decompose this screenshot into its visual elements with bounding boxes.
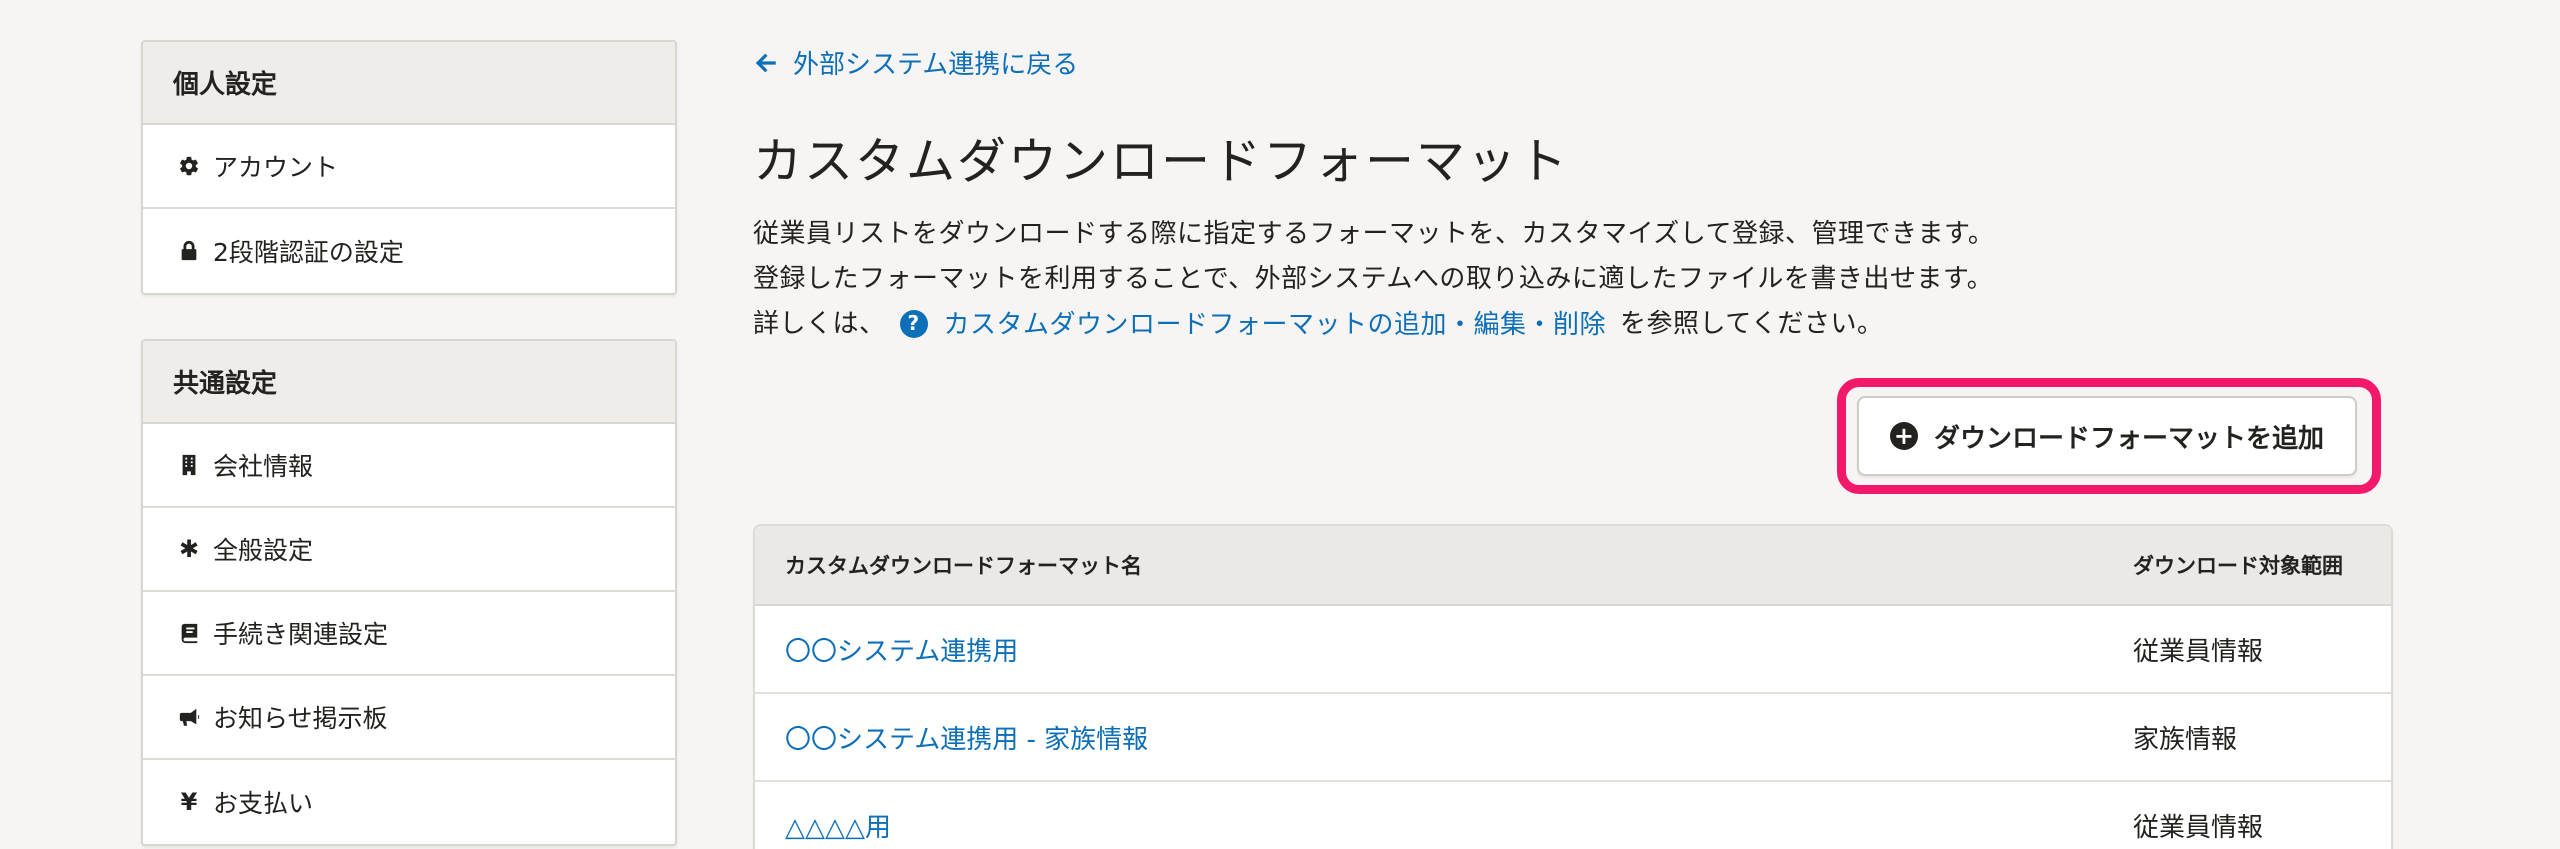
column-header-download-scope: ダウンロード対象範囲 [2133,554,2343,578]
sidebar-item-two-factor[interactable]: 2段階認証の設定 [143,209,675,293]
add-download-format-button[interactable]: + ダウンロードフォーマットを追加 [1857,396,2357,476]
back-to-external-integration-link[interactable]: 外部システム連携に戻る [753,44,1078,81]
description-line-3-prefix: 詳しくは、 [753,309,886,339]
sidebar-item-label: お支払い [213,789,314,818]
personal-settings-heading: 個人設定 [143,42,675,125]
description-line-3: 詳しくは、? カスタムダウンロードフォーマットの追加・編集・削除 を参照してください… [753,302,1994,348]
yen-icon: ¥ [180,788,198,816]
format-name-link[interactable]: △△△△用 [785,813,891,843]
table-row: 〇〇システム連携用 従業員情報 [755,606,2391,694]
format-name-link[interactable]: 〇〇システム連携用 - 家族情報 [785,725,1148,755]
settings-sidebar: 個人設定 アカウント 2段階認証の設定 共通設定 会社情報 ✱ 全般設定 手続き… [141,40,677,846]
sidebar-item-label: お知らせ掲示板 [213,704,388,733]
sidebar-item-bulletin-board[interactable]: お知らせ掲示板 [143,676,675,760]
sidebar-item-label: 2段階認証の設定 [213,238,404,267]
arrow-left-icon [755,53,776,72]
table-cell-scope: 従業員情報 [2133,812,2264,843]
sidebar-item-label: 全般設定 [213,536,314,565]
page-description: 従業員リストをダウンロードする際に指定するフォーマットを、カスタマイズして登録、… [753,212,1994,348]
help-question-icon: ? [899,309,928,338]
page: 個人設定 アカウント 2段階認証の設定 共通設定 会社情報 ✱ 全般設定 手続き… [0,0,2560,849]
add-button-label: ダウンロードフォーマットを追加 [1933,423,2324,454]
table-cell-scope: 家族情報 [2133,724,2238,755]
sidebar-item-account[interactable]: アカウント [143,125,675,209]
description-line-2: 登録したフォーマットを利用することで、外部システムへの取り込みに適したファイルを… [753,264,1994,294]
sidebar-item-label: アカウント [213,153,339,182]
help-link-label: カスタムダウンロードフォーマットの追加・編集・削除 [943,310,1607,340]
sidebar-item-payment[interactable]: ¥ お支払い [143,760,675,844]
asterisk-icon: ✱ [178,535,200,563]
column-header-format-name: カスタムダウンロードフォーマット名 [785,554,1142,578]
sidebar-item-general-settings[interactable]: ✱ 全般設定 [143,508,675,592]
format-table: カスタムダウンロードフォーマット名 ダウンロード対象範囲 〇〇システム連携用 従… [753,524,2393,849]
table-cell-format-name: 〇〇システム連携用 - 家族情報 [755,719,2133,756]
back-link-label: 外部システム連携に戻る [793,50,1079,80]
format-name-link[interactable]: 〇〇システム連携用 [785,637,1018,667]
table-cell-scope: 従業員情報 [2133,636,2264,667]
gear-icon [177,154,201,178]
plus-circle-icon: + [1889,422,1918,450]
table-row: 〇〇システム連携用 - 家族情報 家族情報 [755,694,2391,782]
help-article-link[interactable]: ? カスタムダウンロードフォーマットの追加・編集・削除 [899,303,1607,348]
table-header: カスタムダウンロードフォーマット名 ダウンロード対象範囲 [755,526,2391,606]
description-line-3-suffix: を参照してください。 [1620,309,1884,339]
table-cell-format-name: 〇〇システム連携用 [755,631,2133,668]
book-icon [177,621,201,645]
building-icon [177,453,201,477]
sidebar-item-label: 会社情報 [213,452,314,481]
sidebar-item-procedure-settings[interactable]: 手続き関連設定 [143,592,675,676]
lock-icon [177,239,201,263]
megaphone-icon [177,705,201,729]
sidebar-item-label: 手続き関連設定 [213,620,389,649]
page-title: カスタムダウンロードフォーマット [753,133,1570,190]
table-row: △△△△用 従業員情報 [755,782,2391,849]
table-cell-format-name: △△△△用 [755,807,2133,844]
description-line-1: 従業員リストをダウンロードする際に指定するフォーマットを、カスタマイズして登録、… [753,219,1995,249]
common-settings-section: 共通設定 会社情報 ✱ 全般設定 手続き関連設定 お知らせ掲示板 ¥ お支払い [141,339,677,846]
sidebar-item-company-info[interactable]: 会社情報 [143,424,675,508]
personal-settings-section: 個人設定 アカウント 2段階認証の設定 [141,40,677,295]
common-settings-heading: 共通設定 [143,341,675,424]
